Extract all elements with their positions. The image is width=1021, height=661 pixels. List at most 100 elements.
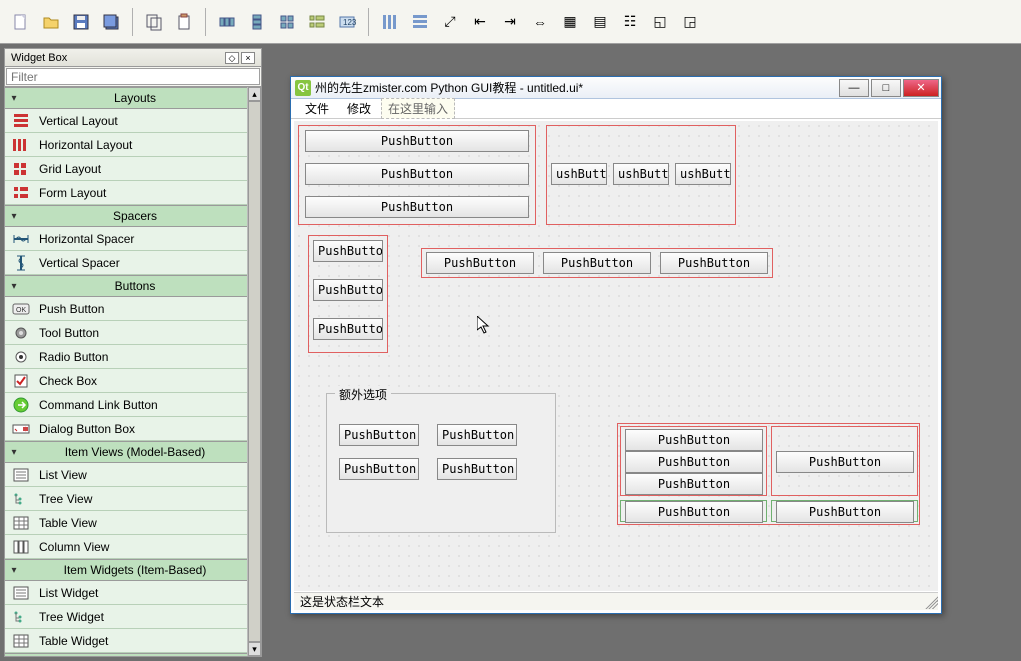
push-button[interactable]: PushButton xyxy=(313,240,383,262)
grid-layout-box[interactable]: PushButton PushButton PushButton PushBut… xyxy=(617,423,920,525)
widget-tree-view[interactable]: Tree View xyxy=(5,487,247,511)
form-layout-box-1[interactable]: PushButton xyxy=(620,500,767,522)
category-containers[interactable]: ▾ Containers xyxy=(5,653,247,656)
layout-h-icon[interactable] xyxy=(214,9,240,35)
push-button[interactable]: PushButton xyxy=(543,252,651,274)
push-button[interactable]: ushButton xyxy=(551,163,607,185)
size-grip-icon[interactable] xyxy=(922,593,938,609)
menu-type-here[interactable]: 在这里输入 xyxy=(381,98,455,119)
category-item-widgets[interactable]: ▾ Item Widgets (Item-Based) xyxy=(5,559,247,581)
push-button[interactable]: PushButton xyxy=(313,318,383,340)
layout-v-icon[interactable] xyxy=(244,9,270,35)
push-button[interactable]: PushButton xyxy=(339,424,419,446)
form-expand-icon[interactable]: ◲ xyxy=(677,9,703,35)
vertical-layout-box-4[interactable]: PushButton xyxy=(771,426,918,496)
widget-vertical-layout[interactable]: Vertical Layout xyxy=(5,109,247,133)
adjust-left-icon[interactable]: ⇤ xyxy=(467,9,493,35)
push-button[interactable]: ushButton xyxy=(675,163,731,185)
push-button[interactable]: PushButton xyxy=(437,424,517,446)
category-layouts[interactable]: ▾ Layouts xyxy=(5,87,247,109)
widget-filter-input[interactable] xyxy=(6,68,260,85)
open-icon[interactable] xyxy=(38,9,64,35)
copy-icon[interactable] xyxy=(141,9,167,35)
widget-table-widget[interactable]: Table Widget xyxy=(5,629,247,653)
dock-float-icon[interactable]: ◇ xyxy=(225,52,239,64)
adjust-right-icon[interactable]: ⇥ xyxy=(497,9,523,35)
horizontal-layout-box-2[interactable]: PushButton PushButton PushButton xyxy=(421,248,773,278)
push-button[interactable]: PushButton xyxy=(437,458,517,480)
tab-order-icon[interactable]: 123 xyxy=(334,9,360,35)
hsplit-icon[interactable] xyxy=(377,9,403,35)
group-box[interactable]: 额外选项 PushButton PushButton PushButton Pu… xyxy=(326,393,556,533)
layout-form-icon[interactable] xyxy=(304,9,330,35)
scroll-up-icon[interactable]: ▴ xyxy=(248,87,261,101)
push-button[interactable]: PushButton xyxy=(305,163,529,185)
save-icon[interactable] xyxy=(68,9,94,35)
menu-edit[interactable]: 修改 xyxy=(339,98,379,119)
preview-titlebar[interactable]: Qt 州的先生zmister.com Python GUI教程 - untitl… xyxy=(291,77,941,99)
widget-list-widget[interactable]: List Widget xyxy=(5,581,247,605)
widget-command-link-button[interactable]: Command Link Button xyxy=(5,393,247,417)
widget-vertical-spacer[interactable]: Vertical Spacer xyxy=(5,251,247,275)
widget-horizontal-spacer[interactable]: Horizontal Spacer xyxy=(5,227,247,251)
widget-form-layout[interactable]: Form Layout xyxy=(5,181,247,205)
push-button[interactable]: PushButton xyxy=(660,252,768,274)
push-button[interactable]: PushButton xyxy=(776,451,914,473)
layout-grid-icon[interactable] xyxy=(274,9,300,35)
widget-check-box[interactable]: Check Box xyxy=(5,369,247,393)
widget-push-button[interactable]: OK Push Button xyxy=(5,297,247,321)
push-button[interactable]: PushButton xyxy=(625,451,763,473)
vsplit-icon[interactable] xyxy=(407,9,433,35)
toolbar-separator xyxy=(205,8,206,36)
close-icon[interactable]: ✕ xyxy=(903,79,939,97)
push-button[interactable]: PushButton xyxy=(625,501,763,523)
widget-radio-button[interactable]: Radio Button xyxy=(5,345,247,369)
form-shrink-icon[interactable]: ◱ xyxy=(647,9,673,35)
category-item-views[interactable]: ▾ Item Views (Model-Based) xyxy=(5,441,247,463)
scroll-down-icon[interactable]: ▾ xyxy=(248,642,261,656)
menu-file[interactable]: 文件 xyxy=(297,98,337,119)
widget-dialog-button-box[interactable]: Dialog Button Box xyxy=(5,417,247,441)
widget-table-view[interactable]: Table View xyxy=(5,511,247,535)
vertical-layout-box-3[interactable]: PushButton PushButton PushButton xyxy=(620,426,767,496)
dock-close-icon[interactable]: × xyxy=(241,52,255,64)
category-buttons[interactable]: ▾ Buttons xyxy=(5,275,247,297)
horizontal-layout-box[interactable]: ushButton ushButton ushButton xyxy=(546,125,736,225)
adjust-size-icon[interactable]: ⇔ xyxy=(527,9,553,35)
grid-4-icon[interactable]: ▦ xyxy=(557,9,583,35)
category-spacers[interactable]: ▾ Spacers xyxy=(5,205,247,227)
widget-tool-button[interactable]: Tool Button xyxy=(5,321,247,345)
grid-6-icon[interactable]: ▤ xyxy=(587,9,613,35)
widget-box-title-bar: Widget Box ◇ × xyxy=(5,49,261,67)
paste-icon[interactable] xyxy=(171,9,197,35)
push-button[interactable]: ushButton xyxy=(613,163,669,185)
push-button[interactable]: PushButton xyxy=(426,252,534,274)
push-button[interactable]: PushButton xyxy=(305,130,529,152)
vertical-layout-box[interactable]: PushButton PushButton PushButton xyxy=(298,125,536,225)
push-button[interactable]: PushButton xyxy=(339,458,419,480)
widget-label: Horizontal Spacer xyxy=(39,232,134,246)
formlayout-icon xyxy=(11,185,31,201)
save-all-icon[interactable] xyxy=(98,9,124,35)
minimize-icon[interactable]: — xyxy=(839,79,869,97)
maximize-icon[interactable]: □ xyxy=(871,79,901,97)
svg-text:OK: OK xyxy=(16,307,26,314)
push-button[interactable]: PushButton xyxy=(305,196,529,218)
push-button[interactable]: PushButton xyxy=(625,429,763,451)
widget-column-view[interactable]: Column View xyxy=(5,535,247,559)
push-button[interactable]: PushButton xyxy=(625,473,763,495)
push-button[interactable]: PushButton xyxy=(776,501,914,523)
form-layout-box-2[interactable]: PushButton xyxy=(771,500,918,522)
widget-box-scrollbar[interactable]: ▴ ▾ xyxy=(247,87,261,656)
widget-horizontal-layout[interactable]: Horizontal Layout xyxy=(5,133,247,157)
widget-grid-layout[interactable]: Grid Layout xyxy=(5,157,247,181)
widget-tree-widget[interactable]: Tree Widget xyxy=(5,605,247,629)
vertical-layout-box-2[interactable]: PushButton PushButton PushButton xyxy=(308,235,388,353)
stack-icon[interactable]: ☷ xyxy=(617,9,643,35)
scroll-thumb[interactable] xyxy=(248,101,261,642)
form-canvas[interactable]: PushButton PushButton PushButton ushButt… xyxy=(294,121,938,591)
widget-list-view[interactable]: List View xyxy=(5,463,247,487)
new-icon[interactable] xyxy=(8,9,34,35)
break-layout-icon[interactable]: ⤢ xyxy=(437,9,463,35)
push-button[interactable]: PushButton xyxy=(313,279,383,301)
